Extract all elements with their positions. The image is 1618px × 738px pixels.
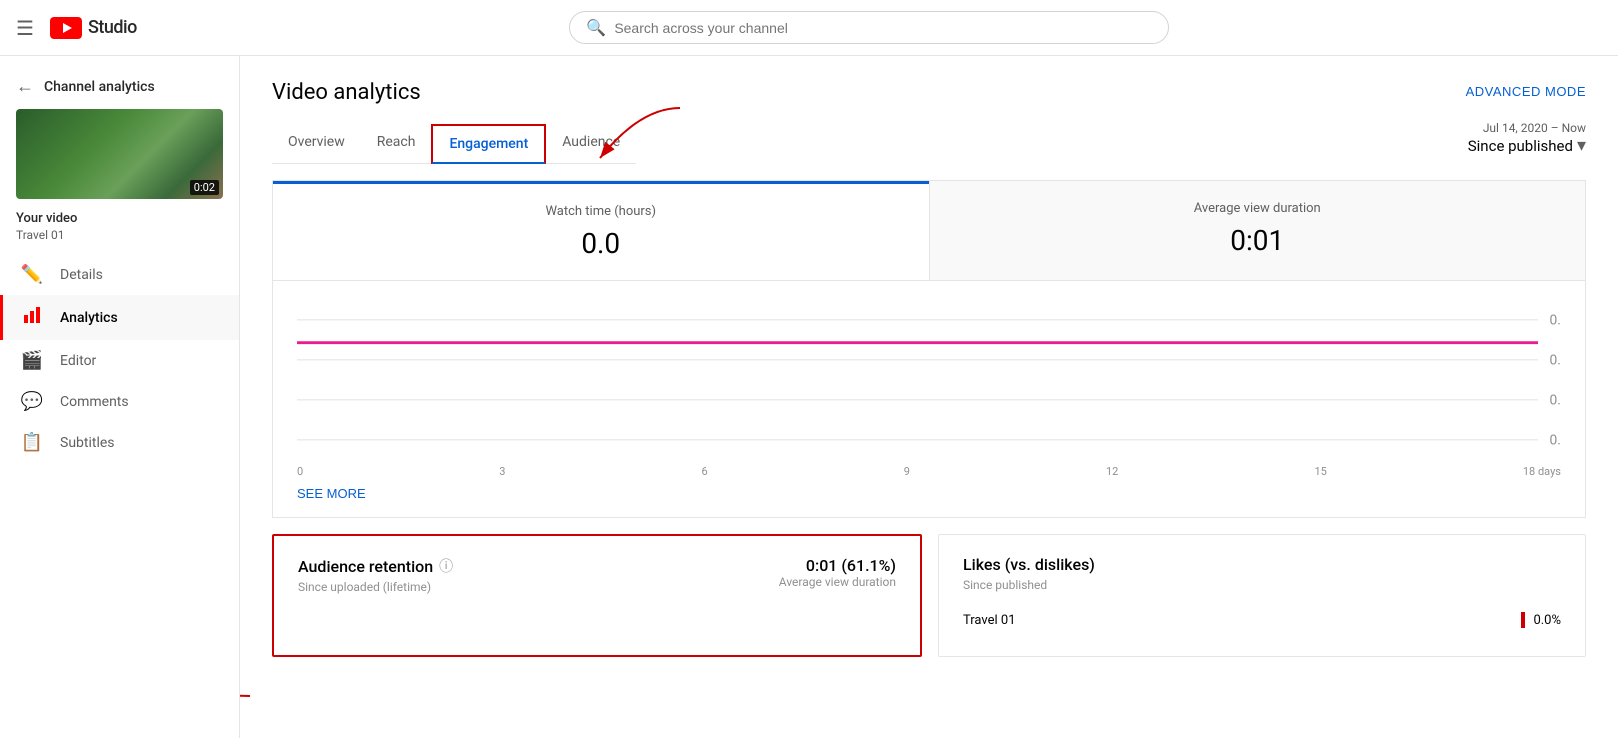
video-title-label: Travel 01 [0, 228, 239, 254]
audience-retention-main-value: 0:01 (61.1%) [779, 556, 896, 575]
x-label-3: 3 [499, 465, 505, 478]
audience-retention-card: Audience retention ⓘ Since uploaded (lif… [272, 534, 922, 657]
sidebar-item-editor[interactable]: 🎬 Editor [0, 340, 239, 381]
x-label-12: 12 [1106, 465, 1118, 478]
date-range-dates: Jul 14, 2020 – Now [1468, 121, 1586, 135]
svg-text:0.0: 0.0 [1550, 392, 1561, 408]
main-content: Video analytics ADVANCED MODE Overview R… [240, 56, 1618, 738]
sidebar-item-editor-label: Editor [60, 353, 96, 369]
x-label-0: 0 [297, 465, 303, 478]
sidebar-item-comments-label: Comments [60, 394, 129, 410]
details-icon: ✏️ [20, 264, 44, 285]
avg-view-duration-value: 0:01 [954, 224, 1562, 257]
dropdown-arrow-icon: ▾ [1577, 135, 1586, 156]
avg-view-duration-label: Average view duration [954, 201, 1562, 216]
watch-time-value: 0.0 [297, 227, 905, 260]
sidebar: ← Channel analytics 0:02 Your video Trav… [0, 56, 240, 738]
audience-retention-header: Audience retention ⓘ Since uploaded (lif… [298, 556, 896, 606]
sidebar-item-comments[interactable]: 💬 Comments [0, 381, 239, 422]
channel-analytics-label: Channel analytics [44, 79, 155, 95]
studio-label: Studio [88, 17, 137, 38]
metrics-cards: Watch time (hours) 0.0 Average view dura… [272, 180, 1586, 281]
sidebar-item-analytics-label: Analytics [60, 310, 118, 326]
back-arrow-icon[interactable]: ← [16, 76, 34, 97]
tab-audience[interactable]: Audience [546, 124, 636, 164]
x-label-6: 6 [702, 465, 708, 478]
analytics-icon [20, 305, 44, 330]
metric-avg-view-duration[interactable]: Average view duration 0:01 [929, 181, 1586, 280]
x-label-9: 9 [904, 465, 910, 478]
metric-watch-time[interactable]: Watch time (hours) 0.0 [273, 181, 929, 280]
likes-vs-dislikes-subtitle: Since published [963, 578, 1561, 592]
sidebar-item-subtitles-label: Subtitles [60, 435, 115, 451]
search-input[interactable] [614, 20, 1152, 36]
editor-icon: 🎬 [20, 350, 44, 371]
sidebar-item-details-label: Details [60, 267, 103, 283]
video-thumbnail[interactable]: 0:02 [16, 109, 223, 199]
search-icon: 🔍 [586, 18, 606, 37]
sidebar-item-analytics[interactable]: Analytics [0, 295, 239, 340]
watch-time-label: Watch time (hours) [297, 204, 905, 219]
bottom-cards: Audience retention ⓘ Since uploaded (lif… [272, 534, 1586, 657]
channel-analytics-header: ← Channel analytics [0, 64, 239, 109]
chart-x-labels: 0 3 6 9 12 15 18 days [297, 461, 1561, 478]
engagement-chart: 0.0 0.0 0.0 0.0 [297, 297, 1561, 457]
likes-pct: 0.0% [1533, 613, 1561, 628]
date-range-selection-label: Since published [1468, 137, 1573, 155]
comments-icon: 💬 [20, 391, 44, 412]
audience-retention-value-block: 0:01 (61.1%) Average view duration [779, 556, 896, 589]
page-title: Video analytics [272, 80, 421, 105]
chart-container: 0.0 0.0 0.0 0.0 0 3 6 9 12 15 18 days SE… [272, 281, 1586, 518]
subtitles-icon: 📋 [20, 432, 44, 453]
likes-vs-dislikes-card: Likes (vs. dislikes) Since published Tra… [938, 534, 1586, 657]
likes-bar [1521, 612, 1525, 628]
x-label-18: 18 days [1523, 465, 1561, 478]
arrow-analytics [240, 396, 260, 516]
svg-text:0.0: 0.0 [1550, 432, 1561, 448]
x-label-15: 15 [1314, 465, 1326, 478]
date-range-container: Jul 14, 2020 – Now Since published ▾ [1468, 121, 1586, 164]
date-range-select[interactable]: Since published ▾ [1468, 135, 1586, 156]
analytics-tabs: Overview Reach Engagement Audience [272, 124, 636, 164]
svg-text:0.0: 0.0 [1550, 352, 1561, 368]
arrow-retention [240, 636, 260, 716]
tab-engagement[interactable]: Engagement [431, 124, 546, 164]
top-header: ☰ Studio 🔍 [0, 0, 1618, 56]
see-more-button[interactable]: SEE MORE [297, 478, 366, 509]
audience-retention-sub-value: Average view duration [779, 575, 896, 589]
likes-bar-container: 0.0% [1521, 612, 1561, 628]
tab-reach[interactable]: Reach [361, 124, 432, 164]
youtube-icon [50, 17, 82, 39]
likes-vs-dislikes-title: Likes (vs. dislikes) [963, 555, 1561, 574]
svg-text:0.0: 0.0 [1550, 312, 1561, 328]
tab-overview[interactable]: Overview [272, 124, 361, 164]
sidebar-item-subtitles[interactable]: 📋 Subtitles [0, 422, 239, 463]
main-layout: ← Channel analytics 0:02 Your video Trav… [0, 56, 1618, 738]
advanced-mode-button[interactable]: ADVANCED MODE [1466, 84, 1586, 99]
likes-row: Travel 01 0.0% [963, 604, 1561, 636]
search-bar[interactable]: 🔍 [569, 11, 1169, 44]
your-video-label: Your video [0, 211, 239, 228]
logo[interactable]: Studio [50, 17, 137, 39]
audience-retention-title: Audience retention ⓘ [298, 556, 453, 576]
video-duration-badge: 0:02 [190, 180, 219, 195]
hamburger-menu[interactable]: ☰ [16, 16, 34, 40]
sidebar-item-details[interactable]: ✏️ Details [0, 254, 239, 295]
audience-retention-info-icon[interactable]: ⓘ [439, 556, 453, 576]
audience-retention-subtitle: Since uploaded (lifetime) [298, 580, 453, 594]
likes-video-name: Travel 01 [963, 613, 1016, 628]
